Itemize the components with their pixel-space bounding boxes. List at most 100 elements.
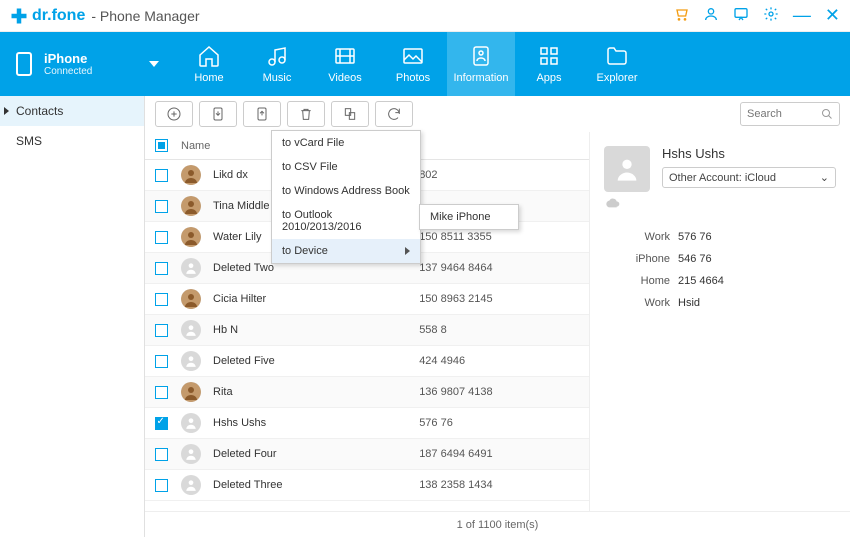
chevron-right-icon bbox=[405, 247, 410, 255]
navbar: iPhone Connected Home Music Videos Photo… bbox=[0, 32, 850, 96]
table-row[interactable]: Cicia Hilter 150 8963 2145 bbox=[145, 284, 589, 315]
select-all-checkbox[interactable] bbox=[155, 139, 168, 152]
content: to vCard File to CSV File to Windows Add… bbox=[145, 96, 850, 537]
table-row[interactable]: Deleted Three138 2358 1434 bbox=[145, 470, 589, 501]
row-checkbox[interactable] bbox=[155, 231, 168, 244]
table-row[interactable]: Deleted Four187 6494 6491 bbox=[145, 439, 589, 470]
table-row[interactable]: Hshs Ushs576 76 bbox=[145, 408, 589, 439]
table-row[interactable]: Deleted Five424 4946 bbox=[145, 346, 589, 377]
main-area: Contacts SMS to vCard File to CSV File t… bbox=[0, 96, 850, 537]
detail-field: Work576 76 bbox=[622, 231, 836, 243]
nav-videos[interactable]: Videos bbox=[311, 32, 379, 96]
row-phone: 136 9807 4138 bbox=[419, 386, 581, 398]
avatar bbox=[181, 227, 201, 247]
row-checkbox[interactable] bbox=[155, 386, 168, 399]
detail-panel: Hshs Ushs Other Account: iCloud ⌄ Work57… bbox=[590, 132, 850, 511]
nav-music[interactable]: Music bbox=[243, 32, 311, 96]
field-label: Home bbox=[622, 275, 670, 287]
status-text: 1 of 1100 item(s) bbox=[457, 519, 539, 531]
cart-icon[interactable] bbox=[673, 6, 689, 25]
row-phone: 802 bbox=[419, 169, 581, 181]
detail-name: Hshs Ushs bbox=[662, 146, 836, 161]
cloud-icon bbox=[604, 198, 836, 213]
music-icon bbox=[265, 44, 289, 68]
chat-icon[interactable] bbox=[733, 6, 749, 25]
device-selector[interactable]: iPhone Connected bbox=[0, 32, 175, 96]
merge-button[interactable] bbox=[331, 101, 369, 127]
nav-information[interactable]: Information bbox=[447, 32, 515, 96]
photo-icon bbox=[401, 44, 425, 68]
gear-icon[interactable] bbox=[763, 6, 779, 25]
close-icon[interactable]: ✕ bbox=[825, 5, 840, 26]
row-phone: 576 76 bbox=[419, 417, 581, 429]
import-button[interactable] bbox=[199, 101, 237, 127]
row-name: Deleted Three bbox=[213, 479, 407, 491]
submenu-device-target[interactable]: Mike iPhone bbox=[420, 205, 518, 229]
row-checkbox[interactable] bbox=[155, 479, 168, 492]
avatar bbox=[181, 382, 201, 402]
row-checkbox[interactable] bbox=[155, 417, 168, 430]
sidebar: Contacts SMS bbox=[0, 96, 145, 537]
row-checkbox[interactable] bbox=[155, 355, 168, 368]
avatar bbox=[181, 351, 201, 371]
refresh-icon bbox=[386, 106, 402, 122]
device-name: iPhone bbox=[44, 51, 92, 66]
detail-field: WorkHsid bbox=[622, 297, 836, 309]
search-icon bbox=[821, 108, 833, 120]
table-area: Name Likd dx802Tina Middle lauWater Lily… bbox=[145, 132, 850, 511]
menu-csv[interactable]: to CSV File bbox=[272, 155, 420, 179]
video-icon bbox=[333, 44, 357, 68]
row-phone: 150 8963 2145 bbox=[419, 293, 581, 305]
brand-text: dr.fone bbox=[32, 7, 85, 25]
row-checkbox[interactable] bbox=[155, 324, 168, 337]
sidebar-item-sms[interactable]: SMS bbox=[0, 126, 144, 156]
table-row[interactable]: Rita136 9807 4138 bbox=[145, 377, 589, 408]
refresh-button[interactable] bbox=[375, 101, 413, 127]
menu-to-device[interactable]: to Device bbox=[272, 239, 420, 263]
account-select[interactable]: Other Account: iCloud ⌄ bbox=[662, 167, 836, 188]
row-checkbox[interactable] bbox=[155, 262, 168, 275]
menu-wab[interactable]: to Windows Address Book bbox=[272, 179, 420, 203]
minimize-icon[interactable]: — bbox=[793, 5, 811, 26]
add-button[interactable] bbox=[155, 101, 193, 127]
apps-icon bbox=[537, 44, 561, 68]
export-icon bbox=[254, 106, 270, 122]
nav-explorer[interactable]: Explorer bbox=[583, 32, 651, 96]
row-phone: 150 8511 3355 bbox=[419, 231, 581, 243]
avatar bbox=[181, 196, 201, 216]
field-value: 546 76 bbox=[678, 253, 712, 265]
delete-button[interactable] bbox=[287, 101, 325, 127]
field-label: iPhone bbox=[622, 253, 670, 265]
table-row[interactable]: Hb N558 8 bbox=[145, 315, 589, 346]
trash-icon bbox=[298, 106, 314, 122]
titlebar: dr.fone - Phone Manager — ✕ bbox=[0, 0, 850, 32]
field-label: Work bbox=[622, 231, 670, 243]
field-value: Hsid bbox=[678, 297, 700, 309]
user-icon[interactable] bbox=[703, 6, 719, 25]
nav-home[interactable]: Home bbox=[175, 32, 243, 96]
row-checkbox[interactable] bbox=[155, 169, 168, 182]
row-checkbox[interactable] bbox=[155, 448, 168, 461]
search-box[interactable] bbox=[740, 102, 840, 126]
row-checkbox[interactable] bbox=[155, 293, 168, 306]
app-title: - Phone Manager bbox=[91, 8, 199, 24]
search-input[interactable] bbox=[747, 108, 817, 120]
avatar bbox=[181, 444, 201, 464]
app-logo: dr.fone bbox=[10, 7, 85, 25]
row-phone: 137 9464 8464 bbox=[419, 262, 581, 274]
row-name: Cicia Hilter bbox=[213, 293, 407, 305]
export-button[interactable] bbox=[243, 101, 281, 127]
nav-items: Home Music Videos Photos Information App… bbox=[175, 32, 850, 96]
nav-apps[interactable]: Apps bbox=[515, 32, 583, 96]
detail-fields: Work576 76iPhone546 76Home215 4664WorkHs… bbox=[622, 231, 836, 309]
field-value: 215 4664 bbox=[678, 275, 724, 287]
nav-photos[interactable]: Photos bbox=[379, 32, 447, 96]
row-checkbox[interactable] bbox=[155, 200, 168, 213]
menu-vcard[interactable]: to vCard File bbox=[272, 131, 420, 155]
menu-outlook[interactable]: to Outlook 2010/2013/2016 bbox=[272, 203, 420, 239]
toolbar bbox=[145, 96, 850, 132]
avatar bbox=[181, 258, 201, 278]
row-name: Deleted Four bbox=[213, 448, 407, 460]
row-name: Deleted Five bbox=[213, 355, 407, 367]
sidebar-item-contacts[interactable]: Contacts bbox=[0, 96, 144, 126]
